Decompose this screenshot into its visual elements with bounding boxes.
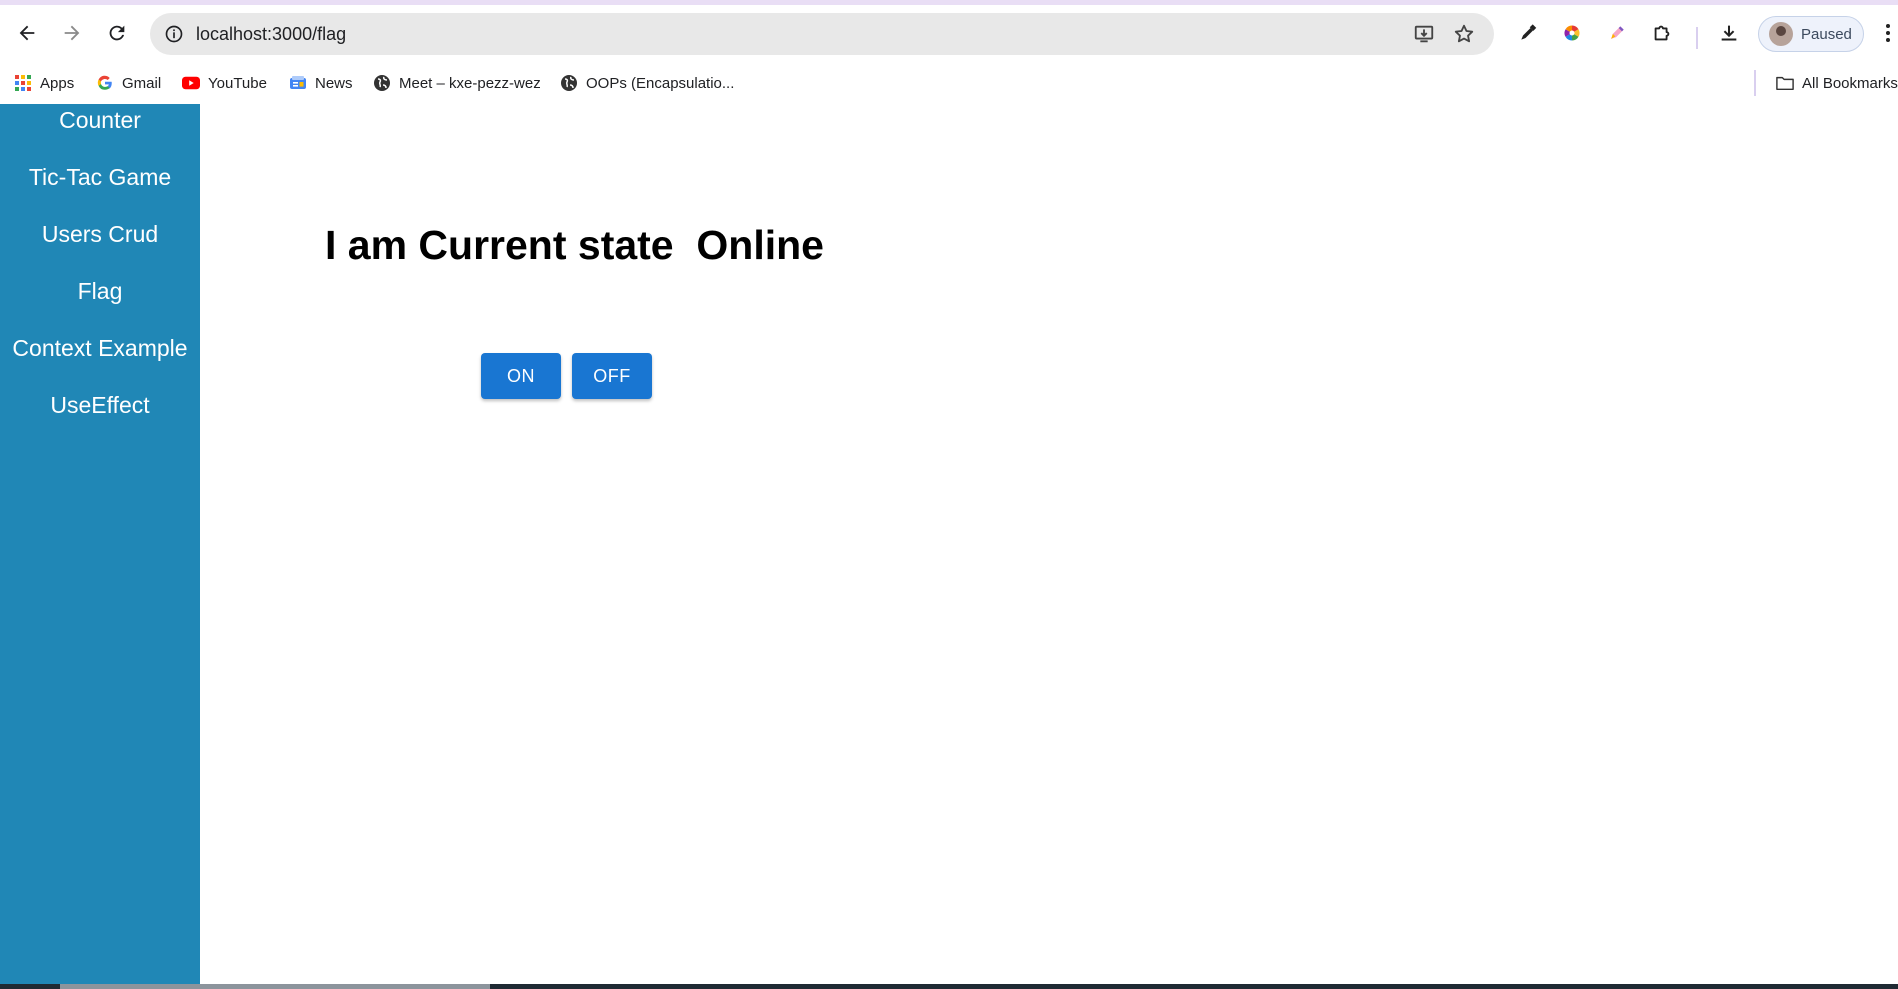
bookmark-label: News bbox=[315, 74, 353, 92]
color-wheel-icon[interactable] bbox=[1557, 18, 1587, 48]
reload-icon bbox=[109, 25, 125, 41]
back-arrow-icon bbox=[19, 25, 35, 41]
pencil-icon[interactable] bbox=[1602, 18, 1632, 48]
browser-toolbar: localhost:3000/flag Paused bbox=[0, 5, 1898, 62]
bookmarks-divider bbox=[1754, 70, 1756, 96]
profile-status-label: Paused bbox=[1801, 25, 1852, 43]
bookmark-oops[interactable]: OOPs (Encapsulatio... bbox=[560, 70, 734, 96]
bookmark-news[interactable]: News bbox=[289, 70, 353, 96]
sidebar-item-context-example[interactable]: Context Example bbox=[0, 335, 200, 362]
forward-arrow-icon bbox=[64, 25, 80, 41]
install-app-icon[interactable] bbox=[1412, 22, 1436, 46]
kebab-menu-icon[interactable] bbox=[1878, 18, 1898, 48]
sidebar-item-useeffect[interactable]: UseEffect bbox=[0, 392, 200, 419]
sidebar-item-flag[interactable]: Flag bbox=[0, 278, 200, 305]
bookmark-label: YouTube bbox=[208, 74, 267, 92]
taskbar-scroll-segment bbox=[60, 984, 490, 989]
reload-button[interactable] bbox=[99, 15, 135, 51]
profile-button[interactable]: Paused bbox=[1758, 16, 1864, 52]
sidebar-item-tic-tac-game[interactable]: Tic-Tac Game bbox=[0, 164, 200, 191]
download-icon[interactable] bbox=[1714, 18, 1744, 48]
bookmark-youtube[interactable]: YouTube bbox=[182, 70, 267, 96]
bookmark-meet[interactable]: Meet – kxe-pezz-wez bbox=[373, 70, 541, 96]
on-button[interactable]: ON bbox=[481, 353, 561, 399]
all-bookmarks-button[interactable]: All Bookmarks bbox=[1776, 70, 1898, 96]
bookmarks-bar: Apps Gmail YouTube News Meet – kxe-pezz-… bbox=[0, 62, 1898, 104]
url-text[interactable]: localhost:3000/flag bbox=[196, 24, 346, 45]
news-icon bbox=[289, 74, 307, 92]
bookmark-label: Gmail bbox=[122, 74, 162, 92]
back-button[interactable] bbox=[9, 15, 45, 51]
off-button[interactable]: OFF bbox=[572, 353, 652, 399]
sidebar: Counter Tic-Tac Game Users Crud Flag Con… bbox=[0, 104, 200, 984]
state-heading: I am Current state Online bbox=[325, 222, 824, 268]
globe-icon bbox=[560, 74, 578, 92]
apps-grid-icon bbox=[14, 74, 32, 92]
bookmark-label: Meet – kxe-pezz-wez bbox=[399, 74, 541, 92]
bookmark-label: OOPs (Encapsulatio... bbox=[586, 74, 735, 92]
youtube-icon bbox=[182, 74, 200, 92]
address-bar[interactable]: localhost:3000/flag bbox=[150, 13, 1494, 55]
eyedropper-icon[interactable] bbox=[1513, 18, 1543, 48]
globe-icon bbox=[373, 74, 391, 92]
forward-button[interactable] bbox=[54, 15, 90, 51]
bookmark-label: Apps bbox=[40, 74, 75, 92]
bookmark-gmail[interactable]: Gmail bbox=[96, 70, 161, 96]
puzzle-icon[interactable] bbox=[1647, 18, 1677, 48]
bookmark-apps[interactable]: Apps bbox=[14, 70, 74, 96]
star-icon[interactable] bbox=[1452, 22, 1476, 46]
sidebar-item-users-crud[interactable]: Users Crud bbox=[0, 221, 200, 248]
avatar bbox=[1769, 22, 1793, 46]
sidebar-item-counter[interactable]: Counter bbox=[0, 107, 200, 134]
folder-icon bbox=[1776, 74, 1794, 92]
toolbar-divider bbox=[1696, 27, 1698, 49]
all-bookmarks-label: All Bookmarks bbox=[1802, 74, 1898, 92]
info-icon[interactable] bbox=[162, 22, 186, 46]
google-g-icon bbox=[96, 74, 114, 92]
